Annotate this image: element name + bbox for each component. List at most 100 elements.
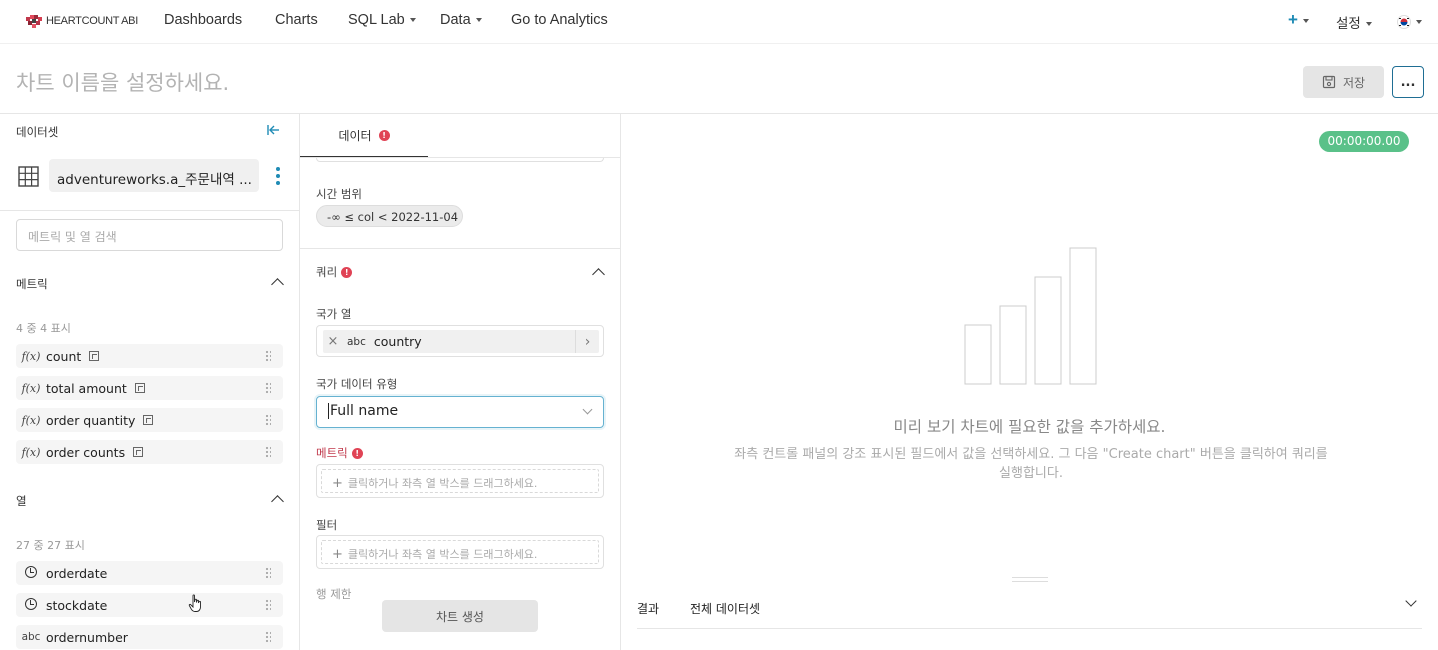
metric-field-header: 메트릭! — [316, 445, 363, 461]
chart-header: 차트 이름을 설정하세요. 저장 ... — [0, 48, 1438, 114]
country-type-value: Full name — [330, 403, 399, 419]
chart-title-input[interactable]: 차트 이름을 설정하세요. — [16, 67, 229, 97]
error-icon: ! — [341, 266, 353, 278]
calculator-icon — [89, 351, 100, 361]
country-column-value: country — [373, 334, 422, 349]
country-type-label: 국가 데이터 유형 — [316, 377, 398, 391]
drag-handle-icon[interactable] — [265, 631, 271, 643]
tab-results[interactable]: 결과 — [637, 600, 659, 617]
query-section-header[interactable]: 쿼리! — [316, 264, 353, 280]
error-icon: ! — [378, 129, 390, 141]
metric-name: total amount — [46, 380, 127, 396]
nav-data-label: Data — [440, 12, 471, 28]
column-name: orderdate — [46, 565, 108, 581]
heart-logo-icon — [26, 15, 42, 28]
drag-handle-icon[interactable] — [265, 350, 271, 362]
column-name: ordernumber — [46, 629, 128, 645]
dataset-label: 데이터셋 — [16, 125, 59, 139]
filter-label: 필터 — [316, 518, 338, 532]
metric-item[interactable]: f(x) count — [16, 344, 283, 368]
nav-go-to-analytics[interactable]: Go to Analytics — [511, 12, 608, 28]
settings-menu[interactable]: 설정 — [1336, 12, 1372, 32]
scrolled-field-bottom — [316, 158, 604, 162]
drag-handle-icon[interactable] — [265, 414, 271, 426]
chevron-down-icon[interactable] — [1405, 595, 1417, 607]
datasource-panel: 데이터셋 adventureworks.a_주문내역 ... 메트릭 및 열 검… — [0, 114, 300, 650]
settings-label: 설정 — [1336, 16, 1361, 31]
country-type-select[interactable]: Full name — [316, 396, 604, 428]
clock-icon — [25, 565, 37, 578]
metric-placeholder: 클릭하거나 좌측 열 박스를 드래그하세요. — [347, 477, 538, 490]
save-icon — [1322, 75, 1336, 89]
chevron-right-icon[interactable]: › — [575, 330, 599, 353]
country-column-chip[interactable]: × abc country › — [323, 330, 599, 353]
nav-dashboards[interactable]: Dashboards — [164, 12, 242, 28]
top-navbar: HEARTCOUNT ABI Dashboards Charts SQL Lab… — [0, 0, 1438, 44]
column-item[interactable]: abc ordernumber — [16, 625, 283, 649]
divider — [637, 628, 1422, 629]
drag-handle-icon[interactable] — [265, 567, 271, 579]
caret-down-icon — [1365, 22, 1372, 27]
plus-icon: + — [332, 476, 343, 491]
country-column-field[interactable]: × abc country › — [316, 325, 604, 357]
column-name: stockdate — [46, 597, 108, 613]
clock-icon — [25, 597, 37, 610]
function-icon: f(x) — [21, 349, 41, 363]
caret-down-icon — [475, 18, 482, 23]
drag-handle-icon[interactable] — [265, 599, 271, 611]
collapse-panel-icon[interactable] — [267, 124, 280, 136]
empty-bar-chart-icon — [964, 247, 1097, 385]
dataset-name[interactable]: adventureworks.a_주문내역 ... — [49, 159, 259, 192]
columns-count: 27 중 27 표시 — [16, 539, 85, 552]
chevron-up-icon[interactable] — [271, 278, 284, 291]
metrics-columns-search-input[interactable]: 메트릭 및 열 검색 — [16, 219, 283, 251]
remove-icon[interactable]: × — [323, 334, 343, 349]
drag-handle-icon[interactable] — [265, 446, 271, 458]
time-range-value[interactable]: -∞ ≤ col < 2022-11-04 — [316, 205, 463, 227]
save-label: 저장 — [1342, 75, 1366, 90]
create-chart-button[interactable]: 차트 생성 — [382, 600, 538, 632]
error-icon: ! — [351, 447, 363, 459]
filter-drop-zone[interactable]: + 클릭하거나 좌측 열 박스를 드래그하세요. — [316, 535, 604, 569]
more-options-button[interactable]: ... — [1392, 66, 1424, 98]
tab-data-label: 데이터 — [338, 128, 372, 143]
resize-handle[interactable] — [1012, 577, 1048, 582]
columns-section-label: 열 — [16, 494, 27, 508]
function-icon: f(x) — [21, 445, 41, 459]
caret-down-icon — [1302, 19, 1309, 24]
drag-handle-icon[interactable] — [265, 382, 271, 394]
chart-preview-panel: 00:00:00.00 미리 보기 차트에 필요한 값을 추가하세요. 좌측 컨… — [621, 114, 1438, 650]
plus-icon: + — [332, 547, 343, 562]
metric-item[interactable]: f(x) total amount — [16, 376, 283, 400]
nav-charts[interactable]: Charts — [275, 12, 318, 28]
metrics-section-label: 메트릭 — [16, 277, 48, 291]
abc-type-icon: abc — [21, 631, 41, 643]
nav-sql-lab-label: SQL Lab — [348, 12, 405, 28]
nav-data[interactable]: Data — [440, 12, 482, 28]
brand[interactable]: HEARTCOUNT ABI — [25, 12, 138, 30]
text-cursor — [328, 403, 329, 419]
nav-sql-lab[interactable]: SQL Lab — [348, 12, 416, 28]
metric-name: order quantity — [46, 412, 136, 428]
dataset-menu-icon[interactable] — [276, 167, 280, 188]
metric-label: 메트릭 — [316, 446, 348, 460]
column-item[interactable]: orderdate — [16, 561, 283, 585]
chevron-up-icon[interactable] — [592, 268, 605, 281]
chevron-up-icon[interactable] — [271, 495, 284, 508]
tab-full-dataset[interactable]: 전체 데이터셋 — [690, 600, 760, 617]
brand-name: HEARTCOUNT ABI — [46, 15, 138, 27]
save-button[interactable]: 저장 — [1303, 66, 1384, 98]
metric-item[interactable]: f(x) order quantity — [16, 408, 283, 432]
query-label: 쿼리 — [316, 265, 338, 279]
abc-type-icon: abc — [347, 335, 366, 348]
column-item[interactable]: stockdate — [16, 593, 283, 617]
korea-flag-icon — [1397, 15, 1411, 30]
add-menu[interactable]: + — [1288, 11, 1309, 28]
filter-placeholder: 클릭하거나 좌측 열 박스를 드래그하세요. — [347, 548, 538, 561]
metric-drop-zone[interactable]: + 클릭하거나 좌측 열 박스를 드래그하세요. — [316, 464, 604, 498]
metric-item[interactable]: f(x) order counts — [16, 440, 283, 464]
tab-data[interactable]: 데이터 ! — [300, 114, 428, 158]
calculator-icon — [143, 415, 154, 425]
function-icon: f(x) — [21, 413, 41, 427]
language-menu[interactable] — [1397, 14, 1422, 30]
